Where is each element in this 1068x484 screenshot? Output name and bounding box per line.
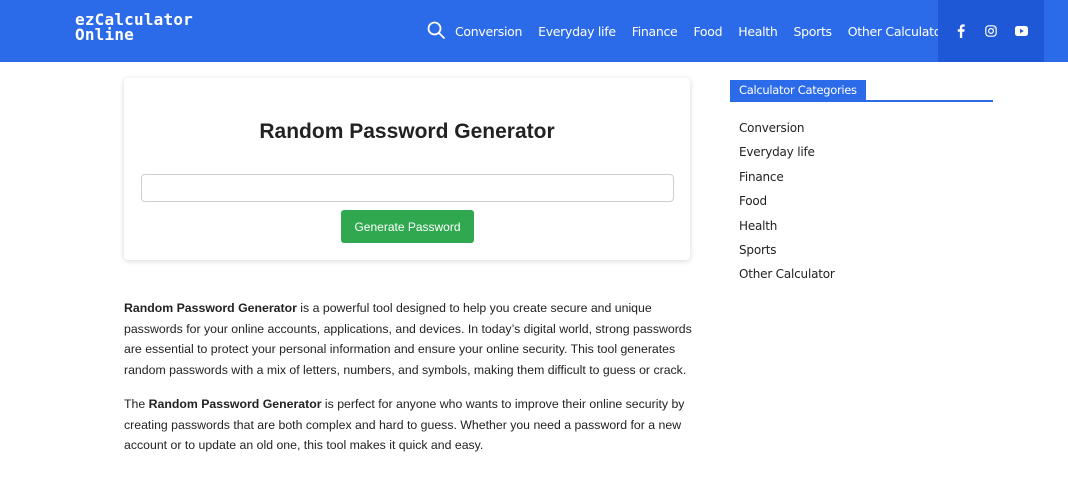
article-p2-pre: The (124, 397, 149, 411)
site-header: ezCalculator Online Conversion Everyday … (0, 0, 1068, 62)
youtube-icon[interactable] (1013, 23, 1029, 39)
article-paragraph-1: Random Password Generator is a powerful … (124, 298, 694, 380)
nav-item-food[interactable]: Food (693, 24, 722, 39)
sidebar-heading-label: Calculator Categories (730, 80, 866, 100)
nav-item-conversion[interactable]: Conversion (455, 24, 522, 39)
nav-item-health[interactable]: Health (738, 24, 778, 39)
search-icon[interactable] (426, 20, 446, 40)
sidebar: Calculator Categories Conversion Everyda… (730, 80, 993, 287)
sidebar-item-conversion[interactable]: Conversion (739, 116, 993, 140)
category-list: Conversion Everyday life Finance Food He… (730, 116, 993, 287)
article-p1-bold: Random Password Generator (124, 301, 297, 315)
instagram-icon[interactable] (983, 23, 999, 39)
main-nav: Conversion Everyday life Finance Food He… (455, 0, 962, 62)
calculator-title: Random Password Generator (259, 120, 555, 143)
sidebar-item-finance[interactable]: Finance (739, 165, 993, 189)
article-paragraph-2: The Random Password Generator is perfect… (124, 394, 694, 456)
sidebar-item-other-calculator[interactable]: Other Calculator (739, 262, 993, 286)
nav-item-everyday-life[interactable]: Everyday life (538, 24, 616, 39)
article-p2-bold: Random Password Generator (148, 397, 322, 411)
sidebar-item-sports[interactable]: Sports (739, 238, 993, 262)
sidebar-heading: Calculator Categories (730, 80, 993, 102)
sidebar-item-everyday-life[interactable]: Everyday life (739, 140, 993, 164)
sidebar-item-health[interactable]: Health (739, 214, 993, 238)
logo-line-2: Online (75, 25, 134, 44)
nav-item-other-calculator[interactable]: Other Calculator (848, 24, 946, 39)
nav-item-finance[interactable]: Finance (632, 24, 678, 39)
nav-item-sports[interactable]: Sports (793, 24, 832, 39)
generate-password-button[interactable]: Generate Password (341, 210, 474, 243)
calculator-card: Random Password Generator Generate Passw… (124, 78, 690, 260)
sidebar-item-food[interactable]: Food (739, 189, 993, 213)
social-links (938, 0, 1044, 62)
site-logo[interactable]: ezCalculator Online (75, 12, 193, 44)
article-content: Random Password Generator is a powerful … (124, 298, 694, 470)
facebook-icon[interactable] (953, 23, 969, 39)
password-output-field[interactable] (141, 174, 674, 202)
